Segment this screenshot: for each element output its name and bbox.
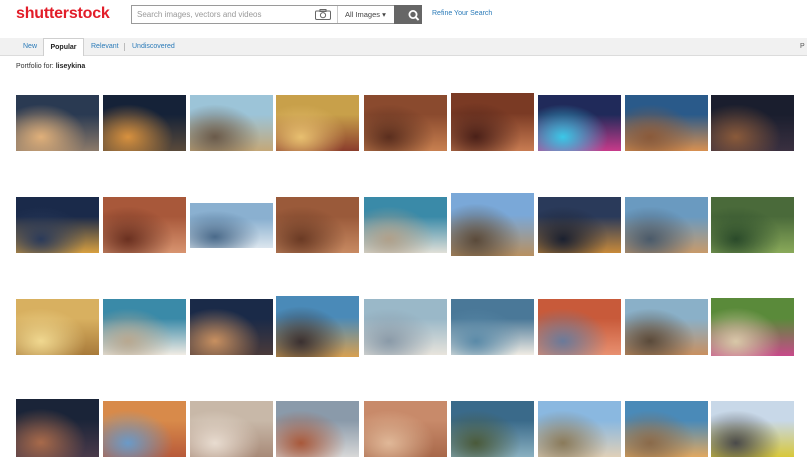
thumbnail-night-coast-city[interactable] [16, 197, 99, 253]
thumbnail-colorful-street[interactable] [276, 95, 359, 151]
thumbnail-salt-formations[interactable] [364, 299, 447, 355]
thumbnail-evening-city[interactable] [538, 197, 621, 253]
thumbnail-tokyo-night[interactable] [538, 95, 621, 151]
thumbnail-balloon-horizon[interactable] [625, 401, 708, 457]
image-grid [0, 0, 807, 469]
thumbnail-fairy-chimneys[interactable] [538, 401, 621, 457]
thumbnail-cloudy-desert[interactable] [276, 401, 359, 457]
thumbnail-aerial-roads[interactable] [451, 401, 534, 457]
thumbnail-salt-shore[interactable] [364, 197, 447, 253]
thumbnail-tram-street[interactable] [711, 401, 794, 457]
thumbnail-salt-crystals[interactable] [103, 299, 186, 355]
thumbnail-warm-street[interactable] [103, 401, 186, 457]
thumbnail-red-rock-tomb[interactable] [103, 197, 186, 253]
thumbnail-plaza-sunrise[interactable] [190, 95, 273, 151]
thumbnail-salt-pillar[interactable] [451, 299, 534, 355]
thumbnail-monument-night[interactable] [16, 399, 99, 457]
thumbnail-hill-town[interactable] [625, 197, 708, 253]
thumbnail-cave-room[interactable] [190, 401, 273, 457]
thumbnail-petra-carving[interactable] [276, 197, 359, 253]
thumbnail-milky-way-rocks[interactable] [190, 299, 273, 355]
thumbnail-cathedral-sunset[interactable] [276, 296, 359, 357]
thumbnail-milky-way-desert[interactable] [103, 95, 186, 151]
thumbnail-treasury-petra[interactable] [451, 93, 534, 151]
thumbnail-flower-house[interactable] [711, 298, 794, 356]
thumbnail-city-reflection[interactable] [16, 95, 99, 151]
thumbnail-green-valley[interactable] [711, 197, 794, 253]
thumbnail-balloon-valley[interactable] [625, 299, 708, 355]
thumbnail-modern-towers[interactable] [190, 203, 273, 248]
thumbnail-golden-city[interactable] [16, 299, 99, 355]
thumbnail-red-desert-rocks[interactable] [538, 299, 621, 355]
thumbnail-desert-balloons[interactable] [625, 95, 708, 151]
thumbnail-canyon-petra[interactable] [364, 95, 447, 151]
thumbnail-camel-petra[interactable] [364, 401, 447, 457]
thumbnail-night-desert[interactable] [711, 95, 794, 151]
thumbnail-old-town-street[interactable] [451, 193, 534, 256]
